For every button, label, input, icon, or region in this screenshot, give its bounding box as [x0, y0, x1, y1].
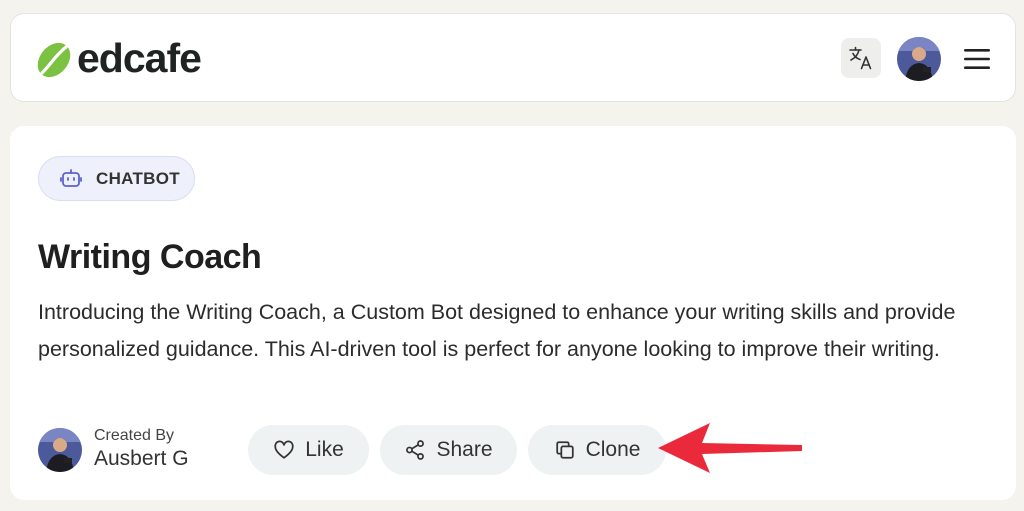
hamburger-menu-icon — [964, 49, 990, 69]
creator-name[interactable]: Ausbert G — [94, 445, 189, 473]
share-label: Share — [436, 438, 493, 461]
clone-label: Clone — [585, 438, 641, 461]
chatbot-tag: CHATBOT — [38, 156, 195, 201]
bot-description: Introducing the Writing Coach, a Custom … — [38, 300, 956, 361]
creator-info: Created By Ausbert G — [38, 426, 189, 474]
clone-button[interactable]: Clone — [528, 425, 666, 475]
edcafe-logo[interactable]: edcafe — [33, 35, 202, 81]
coffee-bean-logo-icon — [37, 42, 71, 78]
tag-label: CHATBOT — [96, 168, 180, 188]
created-by-label: Created By — [94, 427, 175, 444]
like-button[interactable]: Like — [248, 425, 369, 475]
share-icon — [406, 440, 425, 460]
bot-detail-card: CHATBOT Writing Coach Introducing the Wr… — [10, 126, 1016, 500]
like-label: Like — [305, 438, 344, 461]
creator-avatar[interactable] — [38, 428, 82, 472]
language-button[interactable] — [841, 38, 881, 78]
user-photo — [897, 37, 941, 81]
logo-wordmark: edcafe — [77, 35, 202, 81]
heart-icon — [274, 440, 294, 459]
creator-photo — [38, 428, 82, 472]
user-avatar[interactable] — [897, 37, 941, 81]
red-arrow-annotation — [658, 423, 802, 473]
page-title: Writing Coach — [38, 238, 262, 276]
top-nav-bar: edcafe — [10, 13, 1016, 102]
translate-icon — [849, 46, 872, 70]
robot-icon — [60, 168, 82, 187]
hamburger-menu-button[interactable] — [963, 48, 991, 70]
copy-icon — [555, 441, 574, 459]
share-button[interactable]: Share — [380, 425, 517, 475]
